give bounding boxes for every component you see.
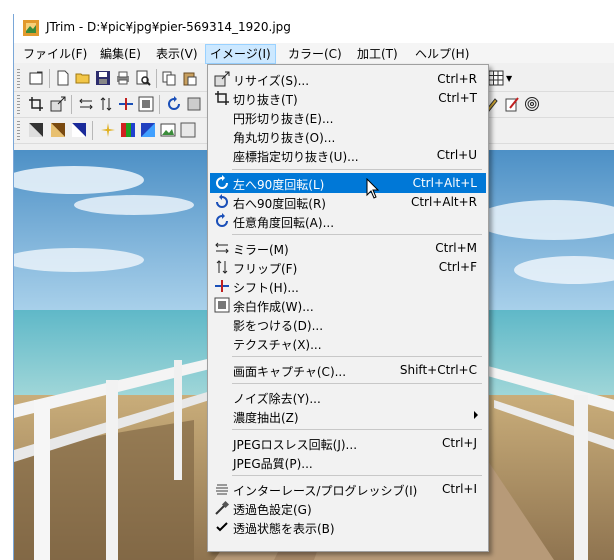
image-menu-dropdown: リサイズ(S)... Ctrl+R 切り抜き(T) Ctrl+T 円形切り抜き(… [207,64,489,552]
rotate-any-icon [216,213,228,227]
menu-item-rotate-any[interactable]: 任意角度回転(A)... [210,211,486,231]
app-icon [23,20,39,36]
menu-item-shadow[interactable]: 影をつける(D)... [210,314,486,334]
menu-image[interactable]: イメージ(I) [205,44,276,64]
menu-separator [232,383,482,384]
paste-icon[interactable] [182,70,198,86]
menu-item-screen-capture[interactable]: 画面キャプチャ(C)... Shift+Ctrl+C [210,360,486,380]
menu-item-circle-crop[interactable]: 円形切り抜き(E)... [210,107,486,127]
menu-item-noise-removal[interactable]: ノイズ除去(Y)... [210,387,486,407]
toolbar-grip[interactable] [17,69,20,88]
grid-dropdown-arrow-icon[interactable]: ▼ [506,74,512,83]
menu-separator [232,429,482,430]
menu-item-jpeg-quality[interactable]: JPEG品質(P)... [210,452,486,472]
menu-item-shift[interactable]: シフト(H)... [210,276,486,296]
print-icon[interactable] [115,70,131,86]
toolbar-grip[interactable] [17,95,20,114]
menu-separator [232,475,482,476]
sparkle-icon[interactable] [100,122,116,138]
menu-edit[interactable]: 編集(E) [96,45,145,63]
margin-tool-icon[interactable] [138,96,154,112]
margin-icon [214,297,230,313]
menu-item-flip[interactable]: フリップ(F) Ctrl+F [210,257,486,277]
resize-icon [214,71,230,87]
menu-file[interactable]: ファイル(F) [19,45,91,63]
menu-separator [232,234,482,235]
open-icon[interactable] [28,70,44,86]
menu-separator [232,356,482,357]
menu-item-show-transparency[interactable]: 透過状態を表示(B) [210,517,486,537]
mouse-cursor-icon [366,178,380,199]
shift-tool-icon[interactable] [118,96,134,112]
toolbar-grip[interactable] [17,121,20,140]
menu-item-density-extract[interactable]: 濃度抽出(Z) [210,406,486,426]
image-tool-icon[interactable] [180,122,196,138]
menu-item-crop[interactable]: 切り抜き(T) Ctrl+T [210,88,486,108]
window-title: JTrim - D:¥pic¥jpg¥pier-569314_1920.jpg [46,20,291,34]
menu-item-coordinate-crop[interactable]: 座標指定切り抜き(U)... Ctrl+U [210,145,486,165]
picture-icon[interactable] [160,122,176,138]
copy-icon[interactable] [161,70,177,86]
menu-item-jpeg-lossless-rotate[interactable]: JPEGロスレス回転(J)... Ctrl+J [210,433,486,453]
checkmark-icon [216,522,228,532]
menu-item-texture[interactable]: テクスチャ(X)... [210,333,486,353]
menu-item-mirror[interactable]: ミラー(M) Ctrl+M [210,238,486,258]
menu-process[interactable]: 加工(T) [353,45,402,63]
flip-tool-icon[interactable] [98,96,114,112]
grid-icon[interactable] [488,70,504,86]
color-balance-icon[interactable] [120,122,136,138]
save-icon[interactable] [95,70,111,86]
shift-icon [215,280,229,292]
menu-item-rounded-crop[interactable]: 角丸切り抜き(O)... [210,126,486,146]
new-file-icon[interactable] [55,70,71,86]
submenu-arrow-icon [474,411,478,419]
app-window: JTrim - D:¥pic¥jpg¥pier-569314_1920.jpg … [13,14,614,560]
menu-item-transparent-color[interactable]: 透過色設定(G) [210,498,486,518]
edit-icon[interactable] [504,96,520,112]
menu-bar: ファイル(F) 編集(E) 表示(V) イメージ(I) カラー(C) 加工(T)… [14,43,614,64]
rotate-left-icon [216,175,228,189]
menu-item-rotate-right[interactable]: 右へ90度回転(R) Ctrl+Alt+R [210,192,486,212]
spiral-icon[interactable] [524,96,540,112]
sepia-icon[interactable] [50,122,66,138]
flip-icon [216,260,228,274]
resize-tool-icon[interactable] [50,96,66,112]
interlace-icon [216,484,228,495]
mirror-icon [215,242,229,254]
menu-item-rotate-left[interactable]: 左へ90度回転(L) Ctrl+Alt+L [210,173,486,193]
menu-item-resize[interactable]: リサイズ(S)... Ctrl+R [210,69,486,89]
eyedropper-icon [215,500,230,515]
rotate-right-icon [216,194,228,208]
tool-icon[interactable] [186,96,202,112]
grayscale-icon[interactable] [28,122,44,138]
crop-icon [215,91,229,105]
menu-view[interactable]: 表示(V) [152,45,202,63]
open-folder-icon[interactable] [75,70,91,86]
mirror-tool-icon[interactable] [78,96,94,112]
negative-icon[interactable] [71,122,87,138]
title-bar[interactable]: JTrim - D:¥pic¥jpg¥pier-569314_1920.jpg [14,14,614,43]
menu-color[interactable]: カラー(C) [284,45,346,63]
menu-item-interlace[interactable]: インターレース/プログレッシブ(I) Ctrl+I [210,479,486,499]
print-preview-icon[interactable] [135,70,151,86]
gradient-icon[interactable] [140,122,156,138]
menu-help[interactable]: ヘルプ(H) [411,45,473,63]
crop-tool-icon[interactable] [28,96,44,112]
menu-item-margin[interactable]: 余白作成(W)... [210,295,486,315]
menu-separator [232,169,482,170]
rotate-90-icon[interactable] [166,96,182,112]
